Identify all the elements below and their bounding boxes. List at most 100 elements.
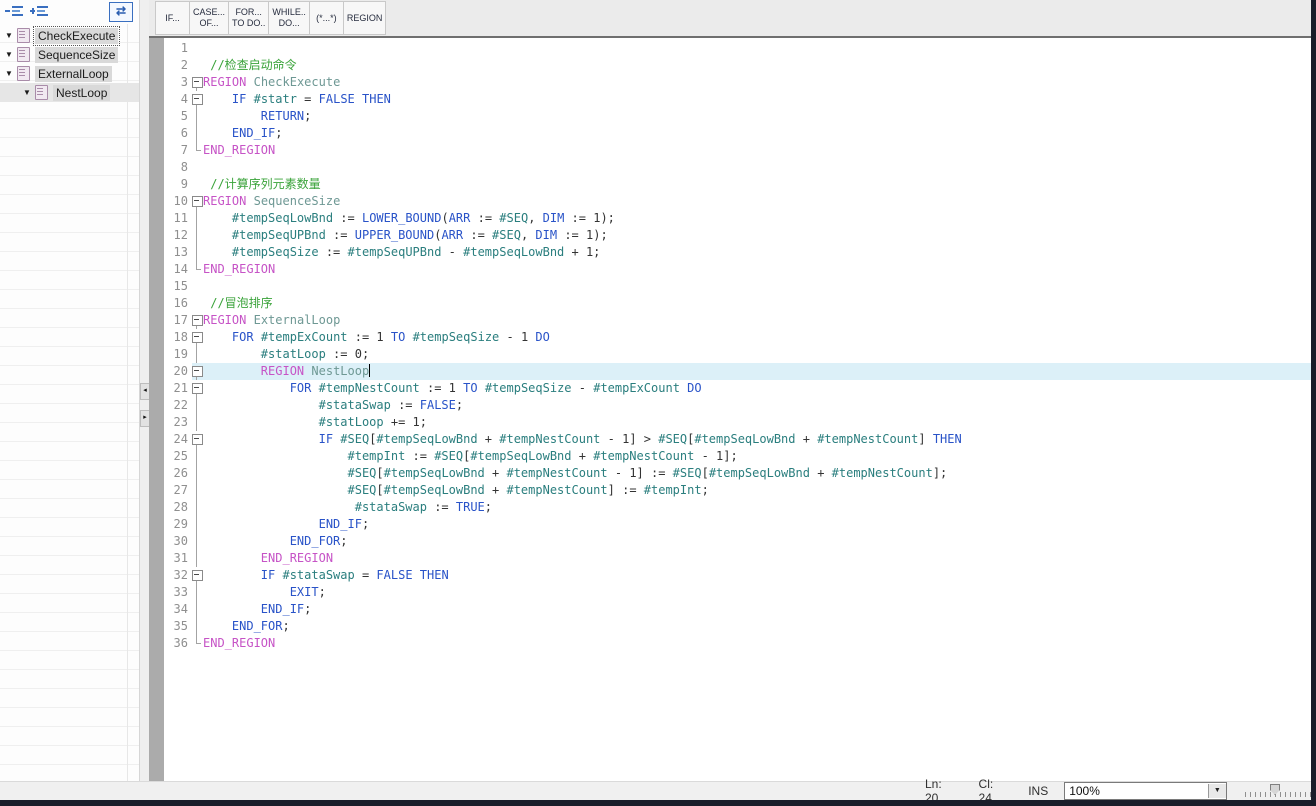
collapse-region-icon[interactable] [192, 77, 203, 88]
snippet-button-whiledo[interactable]: WHILE..DO... [269, 2, 310, 34]
fold-guide [192, 227, 203, 244]
tree-item-label[interactable]: SequenceSize [35, 47, 118, 63]
collapse-all-icon[interactable] [5, 4, 25, 20]
snippet-button-fortodo[interactable]: FOR...TO DO.. [229, 2, 269, 34]
chevron-down-icon[interactable]: ▼ [1208, 784, 1226, 798]
code-line-14[interactable]: 14END_REGION [164, 261, 1311, 278]
fold-toggle-icon[interactable] [192, 363, 203, 380]
code-area[interactable]: 12 //检查启动命令3REGION CheckExecute4 IF #sta… [164, 40, 1311, 782]
code-line-25[interactable]: 25 #tempInt := #SEQ[#tempSeqLowBnd + #te… [164, 448, 1311, 465]
collapse-region-icon[interactable] [192, 315, 203, 326]
code-line-20[interactable]: 20 REGION NestLoop [164, 363, 1311, 380]
line-number: 22 [164, 397, 192, 414]
code-line-33[interactable]: 33 EXIT; [164, 584, 1311, 601]
code-line-24[interactable]: 24 IF #SEQ[#tempSeqLowBnd + #tempNestCou… [164, 431, 1311, 448]
code-line-32[interactable]: 32 IF #stataSwap = FALSE THEN [164, 567, 1311, 584]
code-line-10[interactable]: 10REGION SequenceSize [164, 193, 1311, 210]
fold-guide [192, 210, 203, 227]
code-line-13[interactable]: 13 #tempSeqSize := #tempSeqUPBnd - #temp… [164, 244, 1311, 261]
snippet-button-region[interactable]: REGION [344, 2, 386, 34]
code-line-28[interactable]: 28 #stataSwap := TRUE; [164, 499, 1311, 516]
expand-arrow-icon[interactable]: ▼ [23, 83, 31, 102]
collapse-region-icon[interactable] [192, 570, 203, 581]
code-line-6[interactable]: 6 END_IF; [164, 125, 1311, 142]
tree-item-label[interactable]: CheckExecute [35, 28, 118, 44]
code-line-23[interactable]: 23 #statLoop += 1; [164, 414, 1311, 431]
fold-toggle-icon[interactable] [192, 91, 203, 108]
collapse-region-icon[interactable] [192, 434, 203, 445]
sidebar-item-NestLoop[interactable]: ▼ NestLoop [0, 83, 139, 102]
collapse-region-icon[interactable] [192, 383, 203, 394]
code-text: END_FOR; [203, 533, 348, 550]
code-line-29[interactable]: 29 END_IF; [164, 516, 1311, 533]
expand-pane-icon[interactable]: ⇄ [109, 2, 133, 22]
fold-toggle-icon[interactable] [192, 431, 203, 448]
token-plain: + [796, 432, 818, 446]
expand-arrow-icon[interactable]: ▼ [5, 45, 13, 64]
token-plain [203, 534, 290, 548]
expand-arrow-icon[interactable]: ▼ [5, 64, 13, 83]
code-text: //计算序列元素数量 [203, 176, 321, 193]
code-line-7[interactable]: 7END_REGION [164, 142, 1311, 159]
status-bar: Ln: 20 Cl: 24 INS 100% ▼ [0, 781, 1311, 800]
code-line-9[interactable]: 9 //计算序列元素数量 [164, 176, 1311, 193]
code-line-35[interactable]: 35 END_FOR; [164, 618, 1311, 635]
token-kw: DO [687, 381, 701, 395]
code-line-15[interactable]: 15 [164, 278, 1311, 295]
code-line-27[interactable]: 27 #SEQ[#tempSeqLowBnd + #tempNestCount]… [164, 482, 1311, 499]
tree-item-label[interactable]: NestLoop [53, 85, 110, 101]
code-line-8[interactable]: 8 [164, 159, 1311, 176]
code-line-3[interactable]: 3REGION CheckExecute [164, 74, 1311, 91]
fold-toggle-icon[interactable] [192, 380, 203, 397]
code-line-36[interactable]: 36END_REGION [164, 635, 1311, 652]
sidebar-item-SequenceSize[interactable]: ▼ SequenceSize [0, 45, 139, 64]
zoom-slider[interactable] [1245, 784, 1311, 798]
token-plain: ; [319, 585, 326, 599]
snippet-button-caseof[interactable]: CASE...OF... [190, 2, 229, 34]
sidebar-item-CheckExecute[interactable]: ▼ CheckExecute [0, 26, 139, 45]
code-line-17[interactable]: 17REGION ExternalLoop [164, 312, 1311, 329]
line-number: 8 [164, 159, 192, 176]
fold-toggle-icon[interactable] [192, 567, 203, 584]
snippet-button-if[interactable]: IF... [156, 2, 190, 34]
expand-arrow-icon[interactable]: ▼ [5, 26, 13, 45]
code-line-26[interactable]: 26 #SEQ[#tempSeqLowBnd + #tempNestCount … [164, 465, 1311, 482]
token-var: #tempInt [644, 483, 702, 497]
line-number: 32 [164, 567, 192, 584]
collapse-region-icon[interactable] [192, 196, 203, 207]
fold-toggle-icon[interactable] [192, 329, 203, 346]
sidebar-item-ExternalLoop[interactable]: ▼ ExternalLoop [0, 64, 139, 83]
code-line-18[interactable]: 18 FOR #tempExCount := 1 TO #tempSeqSize… [164, 329, 1311, 346]
collapse-region-icon[interactable] [192, 94, 203, 105]
code-line-19[interactable]: 19 #statLoop := 0; [164, 346, 1311, 363]
collapse-region-icon[interactable] [192, 366, 203, 377]
zoom-dropdown[interactable]: 100% ▼ [1064, 782, 1227, 800]
token-kw: FALSE [376, 568, 412, 582]
fold-guide [192, 125, 203, 142]
fold-toggle-icon[interactable] [192, 193, 203, 210]
tree-item-label[interactable]: ExternalLoop [35, 66, 112, 82]
token-kw: END_FOR [290, 534, 341, 548]
fold-toggle-icon[interactable] [192, 74, 203, 91]
collapse-region-icon[interactable] [192, 332, 203, 343]
fold-toggle-icon[interactable] [192, 312, 203, 329]
code-line-22[interactable]: 22 #stataSwap := FALSE; [164, 397, 1311, 414]
code-line-5[interactable]: 5 RETURN; [164, 108, 1311, 125]
token-kw: DO [535, 330, 549, 344]
code-line-12[interactable]: 12 #tempSeqUPBnd := UPPER_BOUND(ARR := #… [164, 227, 1311, 244]
code-line-34[interactable]: 34 END_IF; [164, 601, 1311, 618]
expand-all-icon[interactable] [30, 4, 50, 20]
code-line-21[interactable]: 21 FOR #tempNestCount := 1 TO #tempSeqSi… [164, 380, 1311, 397]
code-line-16[interactable]: 16 //冒泡排序 [164, 295, 1311, 312]
editor-body[interactable]: 12 //检查启动命令3REGION CheckExecute4 IF #sta… [149, 38, 1311, 782]
code-line-11[interactable]: 11 #tempSeqLowBnd := LOWER_BOUND(ARR := … [164, 210, 1311, 227]
code-line-30[interactable]: 30 END_FOR; [164, 533, 1311, 550]
code-line-31[interactable]: 31 END_REGION [164, 550, 1311, 567]
code-line-4[interactable]: 4 IF #statr = FALSE THEN [164, 91, 1311, 108]
token-var: #statLoop [261, 347, 326, 361]
code-line-1[interactable]: 1 [164, 40, 1311, 57]
token-plain: ]; [933, 466, 947, 480]
code-line-2[interactable]: 2 //检查启动命令 [164, 57, 1311, 74]
snippet-button-[interactable]: (*...*) [310, 2, 344, 34]
token-plain [254, 330, 261, 344]
